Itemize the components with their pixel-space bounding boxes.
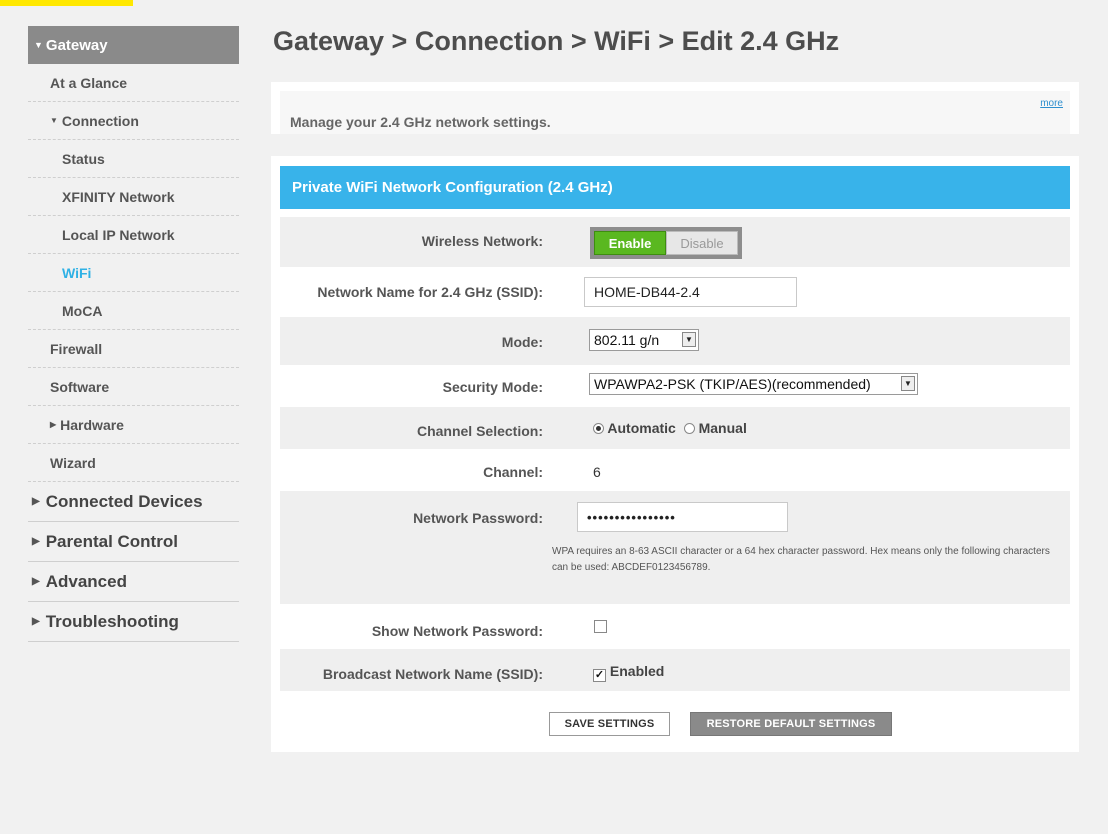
sidebar-item-label: At a Glance: [50, 74, 128, 91]
broadcast-value: Enabled: [609, 663, 665, 679]
sidebar-item-label: Status: [62, 150, 105, 167]
sidebar-item-label: Gateway: [45, 36, 108, 54]
caret-right-icon: ▶: [32, 496, 40, 507]
description-panel: Manage your 2.4 GHz network settings. mo…: [271, 82, 1079, 134]
wireless-toggle: Enable Disable: [590, 227, 742, 259]
sidebar-item-label: Software: [50, 378, 110, 395]
caret-down-icon: ▼: [34, 40, 43, 50]
channel-row: Channel: 6: [280, 449, 1070, 491]
manual-radio[interactable]: [683, 423, 695, 434]
save-settings-button[interactable]: SAVE SETTINGS: [549, 712, 670, 736]
security-mode-value: WPAWPA2-PSK (TKIP/AES)(recommended): [594, 376, 871, 392]
sidebar-item-troubleshooting[interactable]: ▶ Troubleshooting: [28, 602, 239, 642]
sidebar-item-software[interactable]: Software: [28, 368, 239, 406]
broadcast-control: ✓ Enabled: [593, 663, 664, 682]
channel-selection-row: Channel Selection: Automatic Manual: [280, 407, 1070, 449]
sidebar-item-label: Firewall: [50, 340, 103, 357]
sidebar-item-moca[interactable]: MoCA: [28, 292, 239, 330]
password-label: Network Password:: [413, 510, 543, 526]
sidebar-item-connected-devices[interactable]: ▶ Connected Devices: [28, 482, 239, 522]
caret-right-icon: ▶: [32, 576, 40, 587]
sidebar-item-label: Connected Devices: [45, 491, 203, 511]
config-header: Private WiFi Network Configuration (2.4 …: [280, 166, 1070, 209]
sidebar-item-gateway[interactable]: ▼ Gateway: [28, 26, 239, 64]
channel-label: Channel:: [483, 464, 543, 480]
sidebar-item-status[interactable]: Status: [28, 140, 239, 178]
mode-select-value: 802.11 g/n: [594, 332, 660, 348]
mode-label: Mode:: [501, 334, 543, 350]
wireless-network-row: Wireless Network: Enable Disable: [280, 217, 1070, 267]
brand-bar: [0, 0, 133, 6]
sidebar-item-label: Troubleshooting: [45, 611, 179, 631]
disable-button[interactable]: Disable: [666, 231, 738, 255]
sidebar-nav: ▼ Gateway At a Glance ▼ Connection Statu…: [28, 26, 239, 642]
sidebar-item-label: XFINITY Network: [62, 188, 175, 205]
more-link[interactable]: more: [1040, 98, 1063, 109]
page-title: Gateway > Connection > WiFi > Edit 2.4 G…: [273, 26, 840, 56]
wireless-network-label: Wireless Network:: [421, 233, 543, 249]
channel-radio-group: Automatic Manual: [593, 420, 747, 436]
security-mode-row: Security Mode: WPAWPA2-PSK (TKIP/AES)(re…: [280, 365, 1070, 407]
sidebar-item-connection[interactable]: ▼ Connection: [28, 102, 239, 140]
show-password-label: Show Network Password:: [371, 623, 543, 639]
channel-selection-label: Channel Selection:: [416, 423, 543, 439]
sidebar-item-at-a-glance[interactable]: At a Glance: [28, 64, 239, 102]
security-mode-select[interactable]: WPAWPA2-PSK (TKIP/AES)(recommended) ▼: [589, 373, 918, 395]
sidebar-item-label: MoCA: [62, 302, 103, 319]
sidebar-item-label: Advanced: [45, 571, 127, 591]
caret-right-icon: ▶: [50, 420, 57, 429]
sidebar-item-label: Connection: [61, 112, 139, 129]
automatic-radio[interactable]: [593, 423, 604, 434]
channel-value: 6: [593, 464, 601, 480]
sidebar-item-advanced[interactable]: ▶ Advanced: [28, 562, 239, 602]
enable-button[interactable]: Enable: [594, 231, 666, 255]
sidebar-item-label: Hardware: [60, 416, 124, 433]
password-row: Network Password: •••••••••••••••• WPA r…: [280, 491, 1070, 604]
ssid-label: Network Name for 2.4 GHz (SSID):: [317, 284, 543, 300]
caret-right-icon: ▶: [32, 616, 40, 627]
broadcast-checkbox[interactable]: ✓: [593, 669, 606, 682]
sidebar-item-parental-control[interactable]: ▶ Parental Control: [28, 522, 239, 562]
manual-label: Manual: [698, 420, 747, 436]
ssid-input[interactable]: HOME-DB44-2.4: [584, 277, 797, 307]
caret-right-icon: ▶: [32, 536, 40, 547]
sidebar-item-wifi[interactable]: WiFi: [28, 254, 239, 292]
mode-row: Mode: 802.11 g/n ▼: [280, 317, 1070, 365]
password-hint: WPA requires an 8-63 ASCII character or …: [552, 546, 1050, 573]
restore-default-settings-button[interactable]: RESTORE DEFAULT SETTINGS: [690, 712, 892, 736]
sidebar-item-label: Wizard: [50, 454, 96, 471]
automatic-label: Automatic: [607, 420, 676, 436]
sidebar-item-firewall[interactable]: Firewall: [28, 330, 239, 368]
dropdown-arrow-icon: ▼: [901, 376, 915, 391]
broadcast-label: Broadcast Network Name (SSID):: [322, 666, 543, 682]
description-inner: Manage your 2.4 GHz network settings. mo…: [280, 91, 1070, 134]
password-input[interactable]: ••••••••••••••••: [577, 502, 788, 532]
show-password-row: Show Network Password:: [280, 604, 1070, 649]
sidebar-item-xfinity-network[interactable]: XFINITY Network: [28, 178, 239, 216]
sidebar-item-label: Parental Control: [45, 531, 178, 551]
mode-select[interactable]: 802.11 g/n ▼: [589, 329, 699, 351]
sidebar-item-local-ip-network[interactable]: Local IP Network: [28, 216, 239, 254]
config-panel: Private WiFi Network Configuration (2.4 …: [271, 156, 1079, 752]
caret-down-icon: ▼: [50, 116, 58, 125]
sidebar-item-label: Local IP Network: [62, 226, 175, 243]
description-text: Manage your 2.4 GHz network settings.: [290, 114, 551, 130]
dropdown-arrow-icon: ▼: [682, 332, 696, 347]
sidebar-item-wizard[interactable]: Wizard: [28, 444, 239, 482]
ssid-row: Network Name for 2.4 GHz (SSID): HOME-DB…: [280, 267, 1070, 317]
sidebar-item-hardware[interactable]: ▶ Hardware: [28, 406, 239, 444]
show-password-checkbox[interactable]: [594, 620, 607, 633]
sidebar-item-label: WiFi: [62, 264, 92, 281]
broadcast-row: Broadcast Network Name (SSID): ✓ Enabled: [280, 649, 1070, 691]
security-mode-label: Security Mode:: [442, 379, 543, 395]
